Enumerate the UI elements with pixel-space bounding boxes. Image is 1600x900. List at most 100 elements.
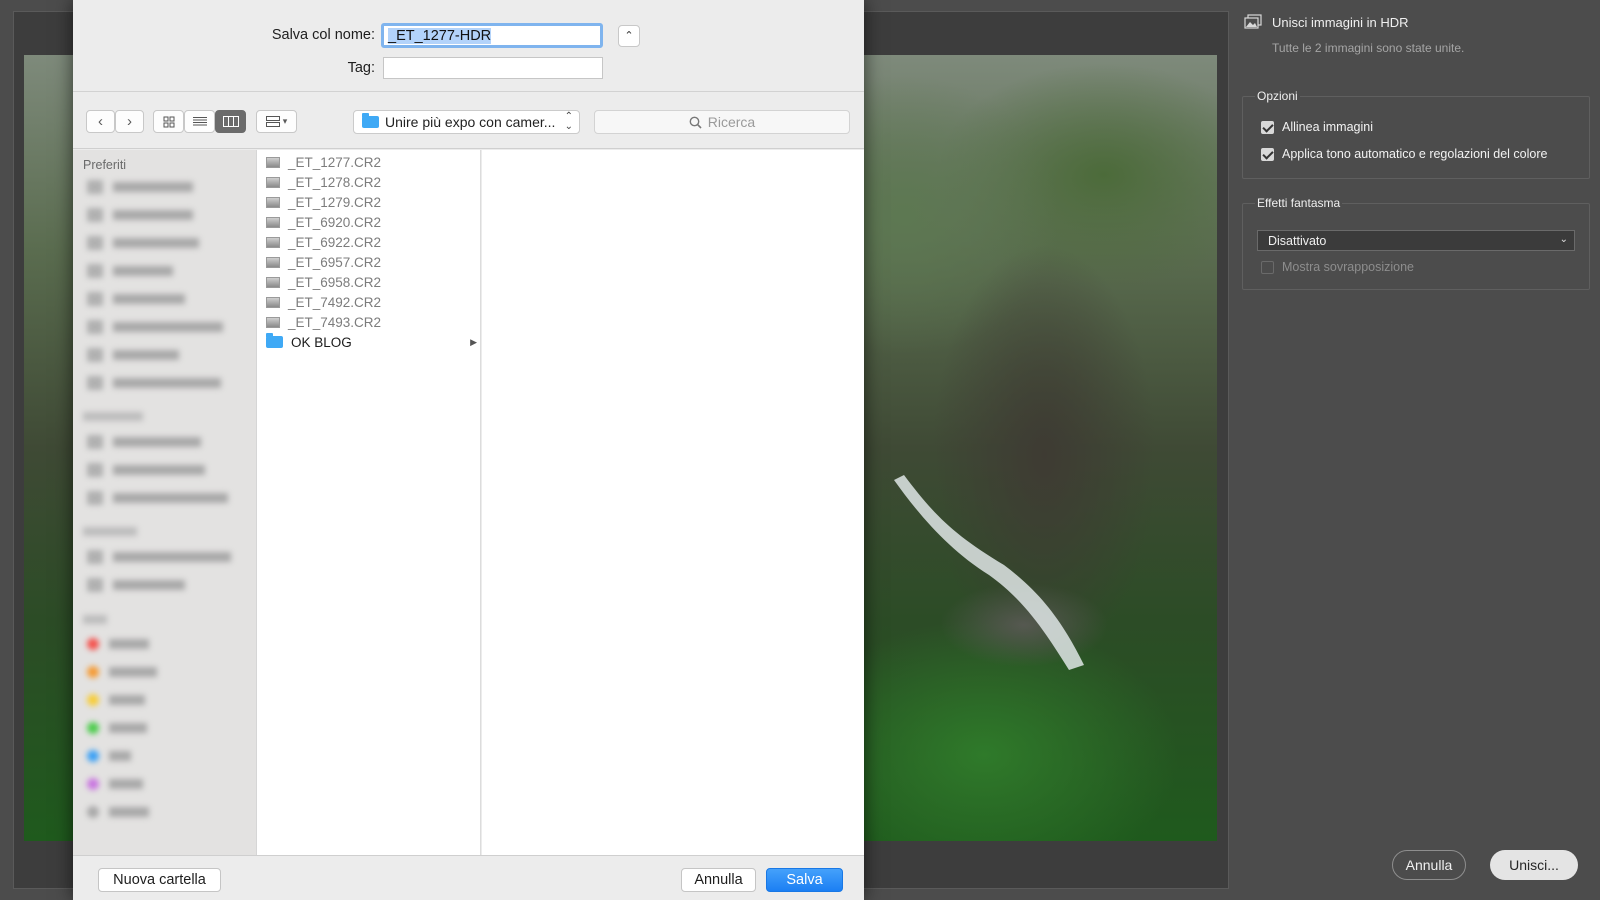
sidebar-item[interactable] — [87, 550, 231, 564]
browser-toolbar: ‹ › ▾ Unire più expo con camer... ⌃ ⌄ Ric… — [73, 93, 864, 149]
sidebar-item[interactable] — [87, 236, 199, 250]
sidebar-item[interactable] — [87, 463, 205, 477]
file-row: _ET_6920.CR2 — [257, 212, 481, 232]
image-file-icon — [266, 316, 280, 328]
file-row: _ET_1278.CR2 — [257, 172, 481, 192]
arrange-button[interactable]: ▾ — [256, 110, 297, 133]
sidebar-tag-orange[interactable] — [87, 666, 157, 678]
list-view-button[interactable] — [184, 110, 215, 133]
show-overlay-label: Mostra sovrapposizione — [1282, 260, 1415, 274]
location-popup[interactable]: Unire più expo con camer... ⌃ ⌄ — [353, 110, 580, 134]
sidebar-item[interactable] — [87, 578, 185, 592]
file-name: _ET_1279.CR2 — [288, 194, 382, 210]
file-name: _ET_6920.CR2 — [288, 214, 382, 230]
sidebar-tag-purple[interactable] — [87, 778, 143, 790]
options-group-title: Opzioni — [1255, 89, 1300, 103]
sidebar-tag-blue[interactable] — [87, 750, 131, 762]
align-images-checkbox[interactable] — [1261, 120, 1274, 134]
hdr-title: Unisci immagini in HDR — [1272, 14, 1409, 30]
file-row: _ET_1277.CR2 — [257, 152, 481, 172]
sidebar-item[interactable] — [87, 208, 193, 222]
file-row: _ET_6922.CR2 — [257, 232, 481, 252]
forward-button[interactable]: › — [115, 110, 144, 133]
list-icon — [192, 117, 207, 126]
align-images-option[interactable]: Allinea immagini — [1261, 120, 1373, 134]
image-file-icon — [266, 176, 280, 188]
image-file-icon — [266, 236, 280, 248]
save-button[interactable]: Salva — [766, 868, 843, 892]
chevron-down-icon: ⌄ — [1559, 234, 1568, 245]
disclosure-triangle-icon: ▶ — [470, 336, 477, 347]
image-file-icon — [266, 296, 280, 308]
columns-icon — [222, 116, 239, 127]
image-file-icon — [266, 256, 280, 268]
sidebar-section-heading — [83, 615, 107, 624]
finder-sidebar: Preferiti — [73, 150, 256, 855]
ghost-effects-value: Disattivato — [1268, 234, 1327, 248]
ghost-effects-select[interactable]: Disattivato ⌄ — [1257, 230, 1575, 251]
file-row: _ET_6957.CR2 — [257, 252, 481, 272]
filename-input[interactable]: _ET_1277-HDR — [381, 23, 603, 48]
hdr-subtitle: Tutte le 2 immagini sono state unite. — [1272, 41, 1465, 55]
file-name: _ET_6957.CR2 — [288, 254, 382, 270]
image-file-icon — [266, 196, 280, 208]
save-dialog: Salva col nome: _ET_1277-HDR ⌃ Tag: ‹ › … — [73, 0, 864, 900]
file-row: _ET_1279.CR2 — [257, 192, 481, 212]
file-row: _ET_7492.CR2 — [257, 292, 481, 312]
image-file-icon — [266, 276, 280, 288]
filename-value: _ET_1277-HDR — [388, 28, 492, 44]
back-button[interactable]: ‹ — [86, 110, 115, 133]
sidebar-tag-gray[interactable] — [87, 806, 149, 818]
options-group: Opzioni Allinea immagini Applica tono au… — [1242, 89, 1590, 179]
cancel-button[interactable]: Annulla — [681, 868, 756, 892]
sidebar-heading-favorites: Preferiti — [83, 158, 127, 172]
sidebar-item[interactable] — [87, 376, 221, 390]
sidebar-section-heading — [83, 412, 143, 421]
grid-icon — [163, 116, 174, 127]
folder-name: OK BLOG — [291, 334, 352, 350]
sidebar-item[interactable] — [87, 348, 179, 362]
sidebar-item[interactable] — [87, 264, 173, 278]
tag-label: Tag: — [347, 60, 375, 76]
file-row: _ET_6958.CR2 — [257, 272, 481, 292]
sidebar-item[interactable] — [87, 320, 223, 334]
auto-tone-checkbox[interactable] — [1261, 147, 1274, 161]
chevron-left-icon: ‹ — [98, 113, 103, 130]
updown-chevron-icon: ⌃ ⌄ — [564, 111, 573, 132]
hdr-images-icon — [1244, 14, 1262, 29]
chevron-down-icon: ▾ — [282, 116, 288, 126]
file-name: _ET_1277.CR2 — [288, 154, 382, 170]
file-name: _ET_1278.CR2 — [288, 174, 382, 190]
new-folder-button[interactable]: Nuova cartella — [98, 868, 221, 892]
column-view-button[interactable] — [215, 110, 246, 133]
search-input[interactable]: Ricerca — [594, 110, 850, 134]
sidebar-tag-yellow[interactable] — [87, 694, 145, 706]
ghost-effects-group: Effetti fantasma Disattivato ⌄ Mostra so… — [1242, 196, 1590, 290]
auto-tone-option[interactable]: Applica tono automatico e regolazioni de… — [1261, 147, 1547, 161]
folder-row[interactable]: OK BLOG ▶ — [257, 332, 481, 352]
save-dialog-footer: Nuova cartella Annulla Salva — [73, 855, 864, 900]
sidebar-item[interactable] — [87, 435, 201, 449]
sidebar-item[interactable] — [87, 491, 228, 505]
align-images-label: Allinea immagini — [1282, 120, 1374, 134]
sidebar-item[interactable] — [87, 180, 193, 194]
collapse-dialog-button[interactable]: ⌃ — [618, 25, 640, 47]
search-icon — [689, 116, 702, 129]
hdr-options-panel: Unisci immagini in HDR Tutte le 2 immagi… — [1230, 0, 1600, 900]
hdr-merge-button[interactable]: Unisci... — [1490, 850, 1578, 880]
tag-input[interactable] — [383, 57, 603, 79]
sidebar-item[interactable] — [87, 292, 185, 306]
save-dialog-header: Salva col nome: _ET_1277-HDR ⌃ Tag: — [73, 0, 864, 92]
waterfall-shape — [894, 475, 1084, 670]
icon-view-button[interactable] — [153, 110, 184, 133]
sidebar-tag-green[interactable] — [87, 722, 147, 734]
hdr-title-row: Unisci immagini in HDR — [1244, 14, 1409, 30]
file-name: _ET_7493.CR2 — [288, 314, 382, 330]
sidebar-tag-red[interactable] — [87, 638, 149, 650]
file-column: _ET_1277.CR2 _ET_1278.CR2 _ET_1279.CR2 _… — [256, 150, 481, 855]
location-label: Unire più expo con camer... — [385, 114, 556, 130]
hdr-cancel-button[interactable]: Annulla — [1392, 850, 1466, 880]
show-overlay-option: Mostra sovrapposizione — [1261, 260, 1414, 274]
arrange-icon — [265, 116, 280, 127]
file-name: _ET_7492.CR2 — [288, 294, 382, 310]
